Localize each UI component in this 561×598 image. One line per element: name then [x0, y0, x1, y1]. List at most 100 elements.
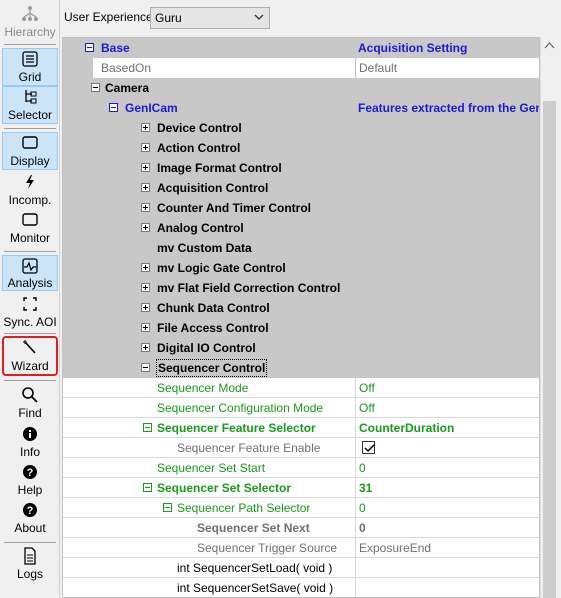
feature-enable-checkbox[interactable] [362, 441, 375, 454]
grid-row-device-control[interactable]: Device Control [63, 118, 539, 138]
toolbar-divider [4, 251, 56, 252]
collapse-icon[interactable] [141, 363, 150, 372]
info-button[interactable]: Info [2, 424, 58, 462]
grid-row-sequencer-set-save[interactable]: int SequencerSetSave( void ) [63, 578, 539, 597]
selector-label: Selector [7, 108, 53, 122]
expand-icon[interactable] [141, 203, 150, 212]
row-value[interactable]: Off [355, 398, 539, 418]
row-name: mv Custom Data [157, 241, 252, 255]
grid-row-mv-flat-field-correction-control[interactable]: mv Flat Field Correction Control [63, 278, 539, 298]
collapse-icon[interactable] [85, 43, 94, 52]
collapse-icon[interactable] [91, 83, 100, 92]
grid-row-sequencer-mode[interactable]: Sequencer Mode Off [63, 378, 539, 398]
grid-row-sequencer-feature-selector[interactable]: Sequencer Feature Selector CounterDurati… [63, 418, 539, 438]
row-value[interactable]: Default [355, 58, 539, 78]
hierarchy-button[interactable]: Hierarchy [2, 4, 58, 40]
toolbar-divider [4, 333, 56, 334]
svg-text:?: ? [27, 505, 34, 517]
grid-row-mv-logic-gate-control[interactable]: mv Logic Gate Control [63, 258, 539, 278]
grid-row-image-format-control[interactable]: Image Format Control [63, 158, 539, 178]
top-bar: User Experience: Guru [60, 0, 561, 36]
row-name: Action Control [157, 141, 241, 155]
grid-row-action-control[interactable]: Action Control [63, 138, 539, 158]
grid-row-sequencer-set-selector[interactable]: Sequencer Set Selector 31 [63, 478, 539, 498]
row-value[interactable]: ExposureEnd [355, 538, 539, 558]
row-name: Digital IO Control [157, 341, 256, 355]
grid-row-sequencer-path-selector[interactable]: Sequencer Path Selector 0 [63, 498, 539, 518]
collapse-icon[interactable] [163, 503, 172, 512]
user-experience-label: User Experience: [64, 10, 157, 24]
selector-button[interactable]: Selector [2, 86, 58, 124]
grid-row-sequencer-set-load[interactable]: int SequencerSetLoad( void ) [63, 558, 539, 578]
collapse-icon[interactable] [143, 423, 152, 432]
expand-icon[interactable] [141, 223, 150, 232]
grid-row-genicam[interactable]: GenICam Features extracted from the Gen [63, 98, 540, 118]
row-name: int SequencerSetLoad( void ) [177, 561, 333, 575]
expand-icon[interactable] [141, 183, 150, 192]
analysis-button[interactable]: Analysis [2, 255, 58, 291]
grid-row-chunk-data-control[interactable]: Chunk Data Control [63, 298, 539, 318]
row-name: Chunk Data Control [157, 301, 270, 315]
row-name: Base [101, 41, 130, 55]
grid-row-camera[interactable]: Camera [63, 78, 539, 98]
vertical-scrollbar[interactable] [540, 37, 557, 598]
row-value[interactable]: 0 [355, 458, 539, 478]
expand-icon[interactable] [141, 163, 150, 172]
grid-row-file-access-control[interactable]: File Access Control [63, 318, 539, 338]
find-button[interactable]: Find [2, 385, 58, 423]
grid-row-sequencer-feature-enable[interactable]: Sequencer Feature Enable [63, 438, 539, 458]
row-value[interactable]: CounterDuration [355, 418, 539, 438]
grid-row-mv-custom-data[interactable]: mv Custom Data [63, 238, 539, 258]
scrollbar-thumb[interactable] [543, 101, 556, 598]
wizard-button[interactable]: Wizard [2, 336, 58, 376]
about-label: About [14, 521, 46, 535]
grid-row-sequencer-configuration-mode[interactable]: Sequencer Configuration Mode Off [63, 398, 539, 418]
grid-row-base[interactable]: Base Acquisition Setting [63, 38, 539, 58]
help-label: Help [17, 483, 43, 497]
expand-icon[interactable] [141, 303, 150, 312]
help-button[interactable]: ? Help [2, 462, 58, 500]
collapse-icon[interactable] [143, 483, 152, 492]
collapse-icon[interactable] [109, 103, 118, 112]
wizard-label: Wizard [11, 359, 49, 373]
grid-row-acquisition-control[interactable]: Acquisition Control [63, 178, 539, 198]
logs-label: Logs [16, 567, 44, 581]
monitor-button[interactable]: Monitor [2, 210, 58, 248]
row-name: Image Format Control [157, 161, 282, 175]
row-value: Features extracted from the Gen [358, 101, 540, 115]
about-icon: ? [20, 500, 40, 520]
grid-icon [20, 49, 40, 69]
grid-row-counter-timer-control[interactable]: Counter And Timer Control [63, 198, 539, 218]
grid-row-basedon[interactable]: BasedOn Default [63, 58, 539, 78]
logs-button[interactable]: Logs [2, 546, 58, 586]
about-button[interactable]: ? About [2, 500, 58, 538]
grid-row-sequencer-set-start[interactable]: Sequencer Set Start 0 [63, 458, 539, 478]
expand-icon[interactable] [141, 283, 150, 292]
hierarchy-label: Hierarchy [4, 25, 56, 39]
grid-row-sequencer-trigger-source[interactable]: Sequencer Trigger Source ExposureEnd [63, 538, 539, 558]
sync-aoi-button[interactable]: Sync. AOI [2, 294, 58, 330]
selector-icon [20, 87, 40, 107]
row-name: Sequencer Feature Selector [157, 421, 316, 435]
row-name: mv Logic Gate Control [157, 261, 286, 275]
incomp-button[interactable]: Incomp. [2, 172, 58, 210]
display-button[interactable]: Display [2, 132, 58, 170]
row-value[interactable]: 0 [355, 498, 539, 518]
row-value[interactable]: 0 [355, 518, 539, 538]
scroll-up-arrow-icon[interactable] [541, 37, 558, 54]
grid-row-sequencer-control[interactable]: Sequencer Control [63, 358, 539, 378]
grid-row-digital-io-control[interactable]: Digital IO Control [63, 338, 539, 358]
expand-icon[interactable] [141, 123, 150, 132]
lightning-icon [20, 172, 40, 192]
expand-icon[interactable] [141, 263, 150, 272]
user-experience-select[interactable]: Guru [150, 7, 270, 29]
row-value[interactable]: Off [355, 378, 539, 398]
grid-row-sequencer-set-next[interactable]: Sequencer Set Next 0 [63, 518, 539, 538]
expand-icon[interactable] [141, 323, 150, 332]
row-value[interactable]: 31 [355, 478, 539, 498]
expand-icon[interactable] [141, 343, 150, 352]
expand-icon[interactable] [141, 143, 150, 152]
grid-row-analog-control[interactable]: Analog Control [63, 218, 539, 238]
toolbar-divider [4, 542, 56, 543]
grid-button[interactable]: Grid [2, 48, 58, 86]
